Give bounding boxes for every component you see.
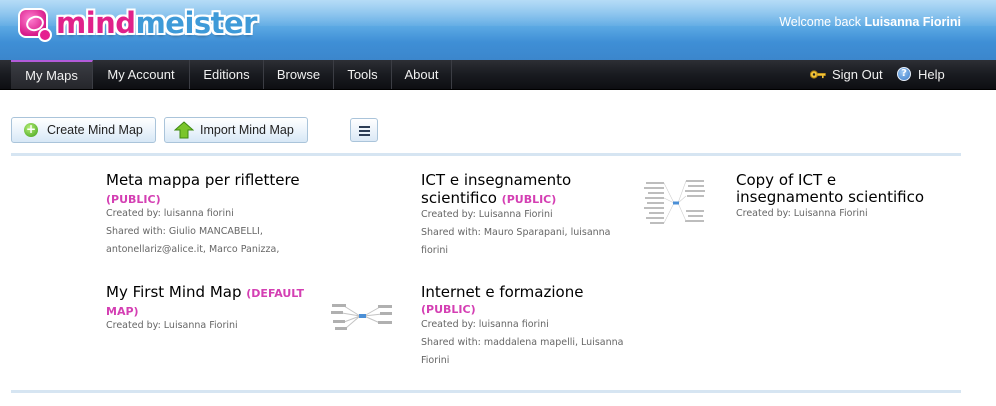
tab-my-maps[interactable]: My Maps bbox=[11, 60, 93, 89]
map-thumbnail[interactable] bbox=[640, 176, 712, 230]
shared-with-cont: antonellariz@alice.it, Marco Panizza, bbox=[106, 244, 280, 255]
logo-wordmark: mindmeister bbox=[56, 6, 257, 40]
tab-tools[interactable]: Tools bbox=[334, 60, 392, 89]
tab-my-account[interactable]: My Account bbox=[93, 60, 190, 89]
shared-with: Shared with: Giulio MANCABELLI, bbox=[106, 226, 263, 237]
bottom-divider bbox=[11, 390, 961, 393]
welcome-user[interactable]: Luisanna Fiorini bbox=[864, 15, 961, 29]
shared-with: Shared with: maddalena mapelli, Luisanna bbox=[421, 337, 624, 348]
created-by: Created by: Luisanna Fiorini bbox=[736, 208, 868, 219]
default-map-badge: (DEFAULT bbox=[246, 287, 304, 300]
plus-icon: + bbox=[24, 122, 38, 137]
created-by: Created by: Luisanna Fiorini bbox=[421, 209, 553, 220]
map-title[interactable]: ICT e insegnamento bbox=[421, 172, 571, 189]
import-mind-map-button[interactable]: Import Mind Map bbox=[164, 117, 308, 143]
map-title[interactable]: Meta mappa per riflettere bbox=[106, 172, 300, 189]
tab-editions[interactable]: Editions bbox=[190, 60, 264, 89]
sign-out-link[interactable]: Sign Out bbox=[832, 60, 883, 89]
help-icon[interactable]: ? bbox=[897, 67, 911, 81]
create-mind-map-button[interactable]: + Create Mind Map bbox=[11, 117, 156, 143]
help-link[interactable]: Help bbox=[918, 60, 945, 89]
logo-icon bbox=[18, 8, 52, 42]
map-title[interactable]: Copy of ICT e bbox=[736, 172, 836, 189]
app-header: mindmeister Welcome back Luisanna Fiorin… bbox=[0, 0, 996, 60]
list-view-icon bbox=[359, 126, 370, 128]
shared-with: Shared with: Mauro Sparapani, luisanna bbox=[421, 227, 611, 238]
created-by: Created by: Luisanna Fiorini bbox=[106, 320, 238, 331]
map-title[interactable]: Internet e formazione bbox=[421, 284, 583, 301]
main-nav: My Maps My Account Editions Browse Tools… bbox=[0, 60, 996, 90]
map-title-cont[interactable]: insegnamento scientifico bbox=[736, 189, 924, 206]
welcome-prefix: Welcome back bbox=[779, 15, 861, 29]
created-by: Created by: luisanna fiorini bbox=[106, 208, 234, 219]
tab-browse[interactable]: Browse bbox=[264, 60, 334, 89]
shared-with-cont: Fiorini bbox=[421, 355, 450, 366]
upload-arrow-icon bbox=[174, 121, 194, 139]
shared-with-cont: fiorini bbox=[421, 245, 449, 256]
map-title[interactable]: My First Mind Map (DEFAULT bbox=[106, 284, 304, 302]
tab-about[interactable]: About bbox=[392, 60, 452, 89]
created-by: Created by: luisanna fiorini bbox=[421, 319, 549, 330]
map-thumbnail[interactable] bbox=[330, 298, 394, 334]
import-mind-map-label: Import Mind Map bbox=[200, 123, 294, 137]
public-badge: (PUBLIC) bbox=[501, 193, 557, 206]
key-icon bbox=[810, 70, 826, 79]
top-divider bbox=[11, 153, 961, 156]
welcome-message: Welcome back Luisanna Fiorini bbox=[779, 15, 961, 29]
list-view-button[interactable] bbox=[350, 118, 378, 142]
create-mind-map-label: Create Mind Map bbox=[47, 123, 143, 137]
